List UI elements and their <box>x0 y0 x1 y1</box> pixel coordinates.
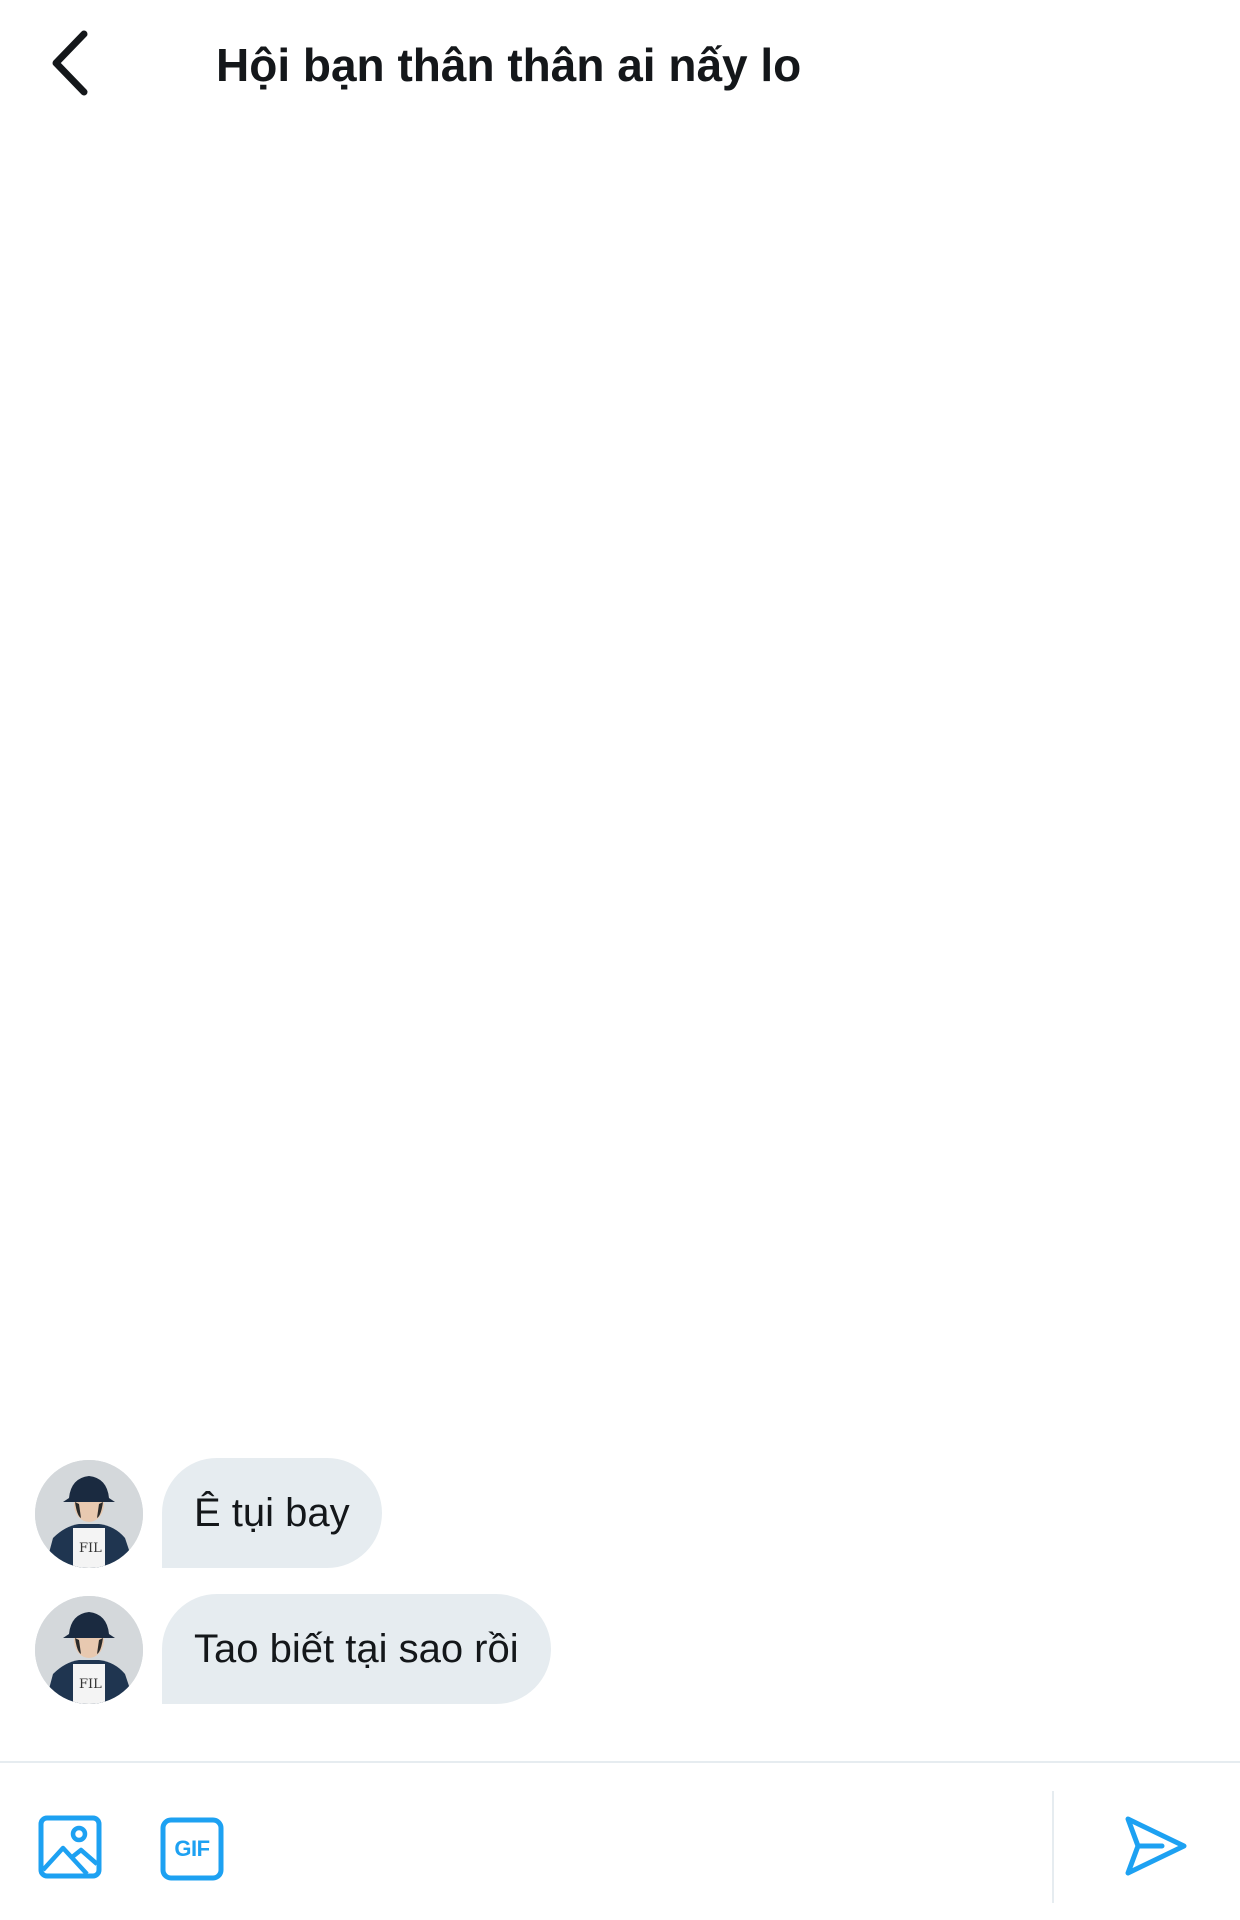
message-bubble[interactable]: Tao biết tại sao rồi <box>162 1594 551 1704</box>
conversation-title: Hội bạn thân thân ai nấy lo <box>216 39 802 91</box>
image-icon <box>37 1814 103 1885</box>
user-avatar[interactable]: FIL <box>35 1460 143 1568</box>
add-image-button[interactable] <box>34 1813 106 1885</box>
gif-label: GIF <box>174 1836 210 1861</box>
add-gif-button[interactable]: GIF <box>156 1813 228 1885</box>
message-row: FIL Tao biết tại sao rồi <box>0 1594 1240 1706</box>
svg-text:FIL: FIL <box>79 1677 102 1692</box>
chevron-left-icon <box>48 28 92 103</box>
message-composer: GIF <box>0 1763 1240 1920</box>
conversation-header: Hội bạn thân thân ai nấy lo <box>0 0 1240 130</box>
send-button[interactable] <box>1115 1805 1195 1891</box>
back-button[interactable] <box>30 20 110 110</box>
dm-conversation-screen: Hội bạn thân thân ai nấy lo FIL Ê tụi ba… <box>0 0 1240 1920</box>
composer-separator <box>1052 1791 1054 1903</box>
message-bubble[interactable]: Ê tụi bay <box>162 1458 382 1568</box>
user-avatar[interactable]: FIL <box>35 1596 143 1704</box>
message-row: FIL Ê tụi bay <box>0 1458 1240 1570</box>
gif-icon: GIF <box>159 1816 225 1882</box>
send-icon <box>1122 1813 1188 1884</box>
svg-text:FIL: FIL <box>79 1541 102 1556</box>
